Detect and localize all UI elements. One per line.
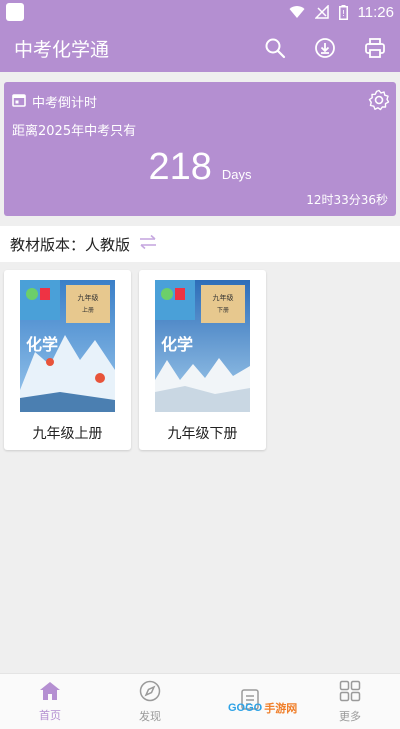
countdown-header: 中考倒计时 — [12, 92, 97, 111]
nav-more-label: 更多 — [339, 709, 361, 723]
time-remaining: 12时33分36秒 — [306, 193, 388, 207]
nav-discover-label: 发现 — [139, 709, 161, 723]
calendar-icon — [12, 93, 26, 111]
book-cover-image: 九年级 上册 化学 — [20, 280, 115, 412]
watermark-brand: GOGO — [228, 702, 263, 714]
status-bar: ! 11:26 — [0, 0, 400, 24]
book-cover-image: 九年级 下册 化学 — [155, 280, 250, 412]
nav-more[interactable]: 更多 — [300, 674, 400, 729]
cover-title-text: 化学 — [26, 335, 58, 354]
book-title: 九年级下册 — [167, 426, 238, 442]
download-icon[interactable] — [312, 35, 338, 61]
cover-volume-text: 下册 — [217, 307, 229, 314]
version-bar[interactable]: 教材版本：人教版 — [0, 226, 400, 262]
cover-grade-text: 九年级 — [213, 293, 234, 302]
status-time: 11:26 — [357, 3, 394, 21]
days-unit: Days — [221, 167, 252, 182]
version-label: 教材版本：人教版 — [10, 235, 131, 254]
app-actions — [262, 35, 388, 61]
book-card-grade9-vol2[interactable]: 九年级 下册 化学 九年级下册 — [139, 270, 266, 450]
cover-grade-text: 九年级 — [78, 293, 99, 302]
battery-icon: ! — [338, 4, 348, 20]
book-card-grade9-vol1[interactable]: 九年级 上册 化学 九年级上册 — [4, 270, 131, 450]
cover-volume-text: 上册 — [82, 306, 94, 314]
home-icon — [39, 681, 61, 704]
days-number: 218 — [148, 146, 212, 188]
countdown-title: 中考倒计时 — [32, 96, 98, 111]
book-title: 九年级上册 — [32, 426, 103, 442]
watermark-suffix: 手游网 — [264, 703, 298, 715]
book-grid: 九年级 上册 化学 九年级上册 九年级 下册 化学 九年级下册 — [4, 270, 266, 450]
wifi-icon — [289, 5, 305, 19]
countdown-card: 中考倒计时 距离2025年中考只有 218 Days 12时33分36秒 — [4, 82, 396, 216]
notification-icon — [6, 3, 24, 21]
search-icon[interactable] — [262, 35, 288, 61]
grid-icon — [339, 680, 361, 705]
cover-title-text: 化学 — [161, 335, 193, 354]
bottom-nav: 首页 发现 更多 — [0, 673, 400, 729]
nav-home[interactable]: 首页 — [0, 674, 100, 729]
svg-text:!: ! — [341, 9, 344, 18]
status-right: ! 11:26 — [289, 3, 394, 21]
nav-home-label: 首页 — [39, 708, 61, 722]
nav-discover[interactable]: 发现 — [100, 674, 200, 729]
swap-icon[interactable] — [138, 234, 158, 254]
countdown-subtitle: 距离2025年中考只有 — [12, 124, 137, 139]
gogo-watermark: GOGO 手游网 — [228, 700, 297, 716]
signal-icon — [314, 5, 329, 19]
settings-icon[interactable] — [368, 89, 390, 115]
compass-icon — [139, 680, 161, 705]
countdown-days: 218 Days — [4, 146, 396, 189]
app-bar: 中考化学通 — [0, 24, 400, 72]
print-icon[interactable] — [362, 35, 388, 61]
app-title: 中考化学通 — [14, 38, 110, 61]
